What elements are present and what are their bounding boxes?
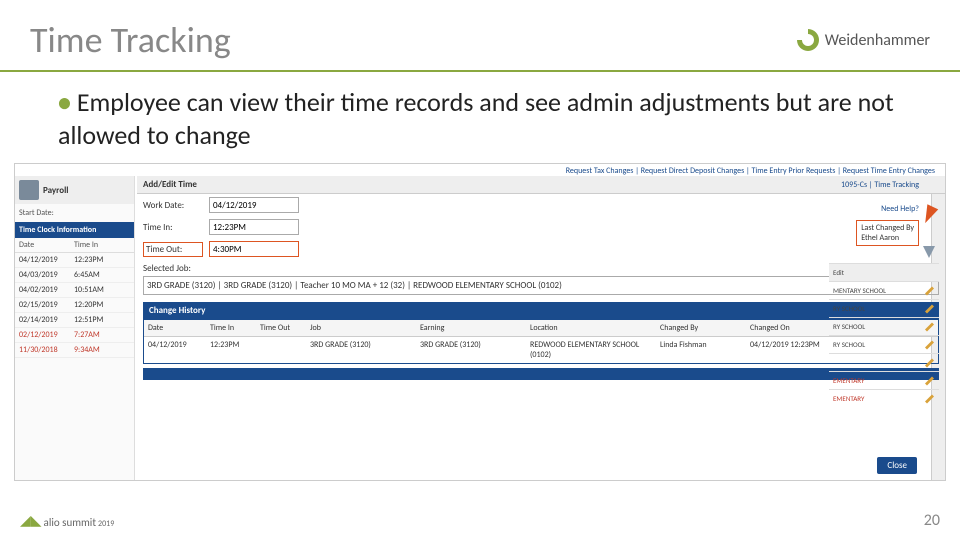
swirl-icon bbox=[797, 29, 819, 51]
time-clock-header: Time Clock Information bbox=[15, 222, 134, 238]
payroll-header: Payroll bbox=[15, 176, 134, 204]
ch-earning: 3RD GRADE (3120) bbox=[416, 337, 526, 363]
change-history-row: 04/12/2019 12:23PM 3RD GRADE (3120) 3RD … bbox=[144, 337, 938, 363]
tci-row[interactable]: 04/02/201910:51AM bbox=[15, 283, 134, 298]
ch-col-timeout: Time Out bbox=[256, 320, 306, 336]
ch-col-date: Date bbox=[144, 320, 206, 336]
time-out-label: Time Out: bbox=[143, 242, 203, 257]
edit-row[interactable]: EMENTARY bbox=[829, 371, 939, 389]
app-screenshot: Request Tax Changes | Request Direct Dep… bbox=[14, 163, 946, 481]
last-changed-value: Ethel Aaron bbox=[861, 233, 914, 243]
work-date-input[interactable] bbox=[209, 197, 299, 213]
edit-row[interactable]: MENTARY SCHOOL bbox=[829, 281, 939, 299]
pencil-icon[interactable] bbox=[925, 286, 935, 296]
brand-logo: Weidenhammer bbox=[797, 29, 930, 51]
tci-row[interactable]: 11/30/20189:34AM bbox=[15, 343, 134, 358]
separator-bar bbox=[143, 368, 939, 380]
top-nav-links[interactable]: Request Tax Changes | Request Direct Dep… bbox=[566, 166, 935, 176]
slide-title: Time Tracking bbox=[30, 18, 231, 62]
selected-job-label: Selected Job: bbox=[143, 263, 939, 274]
edit-row[interactable]: RY SCHOOL bbox=[829, 317, 939, 335]
extra-links[interactable]: 1095-Cs | Time Tracking bbox=[841, 180, 919, 190]
ch-col-earning: Earning bbox=[416, 320, 526, 336]
last-changed-box: Last Changed By Ethel Aaron bbox=[856, 220, 919, 246]
right-edit-column: Edit MENTARY SCHOOLRY SCHOOLRY SCHOOLRY … bbox=[829, 244, 939, 407]
time-in-label: Time In: bbox=[143, 222, 203, 233]
brand-text: Weidenhammer bbox=[825, 31, 930, 50]
edit-row[interactable]: RY SCHOOL bbox=[829, 299, 939, 317]
edit-row[interactable] bbox=[829, 353, 939, 371]
ch-col-location: Location bbox=[526, 320, 656, 336]
change-history-table: Date Time In Time Out Job Earning Locati… bbox=[143, 319, 939, 364]
ch-col-job: Job bbox=[306, 320, 416, 336]
need-help-link[interactable]: Need Help? bbox=[881, 204, 919, 214]
payroll-icon bbox=[19, 180, 39, 200]
footer-logo-text: alio summit bbox=[44, 516, 96, 529]
page-number: 20 bbox=[924, 511, 940, 530]
filter-icon[interactable] bbox=[829, 244, 939, 263]
col-date: Date bbox=[19, 240, 74, 250]
ch-timein: 12:23PM bbox=[206, 337, 256, 363]
ch-job: 3RD GRADE (3120) bbox=[306, 337, 416, 363]
payroll-label: Payroll bbox=[43, 185, 69, 196]
right-panel: Add/Edit Time 1095-Cs | Time Tracking Ne… bbox=[137, 176, 945, 480]
footer-year: 2019 bbox=[98, 519, 114, 529]
ch-location: REDWOOD ELEMENTARY SCHOOL (0102) bbox=[526, 337, 656, 363]
tci-row[interactable]: 02/14/201912:51PM bbox=[15, 313, 134, 328]
ch-date: 04/12/2019 bbox=[144, 337, 206, 363]
ch-changedby: Linda Fishman bbox=[656, 337, 746, 363]
change-history-header: Change History bbox=[143, 302, 939, 319]
selected-job-value[interactable]: 3RD GRADE (3120) | 3RD GRADE (3120) | Te… bbox=[143, 276, 939, 295]
ch-col-changedby: Changed By bbox=[656, 320, 746, 336]
tci-row[interactable]: 02/12/20197:27AM bbox=[15, 328, 134, 343]
time-out-input[interactable] bbox=[209, 241, 299, 257]
edit-row[interactable]: EMENTARY bbox=[829, 389, 939, 407]
ch-col-timein: Time In bbox=[206, 320, 256, 336]
pencil-icon[interactable] bbox=[925, 376, 935, 386]
footer-logo: ◢◣ alio summit 2019 bbox=[20, 512, 114, 529]
start-date-label: Start Date: bbox=[15, 204, 134, 222]
bullet-point: Employee can view their time records and… bbox=[0, 72, 960, 159]
slide-footer: ◢◣ alio summit 2019 20 bbox=[0, 500, 960, 540]
tci-row[interactable]: 04/12/201912:23PM bbox=[15, 253, 134, 268]
time-in-input[interactable] bbox=[209, 219, 299, 235]
work-date-label: Work Date: bbox=[143, 200, 203, 211]
tci-row[interactable]: 02/15/201912:20PM bbox=[15, 298, 134, 313]
tci-columns: Date Time In bbox=[15, 238, 134, 253]
pencil-icon[interactable] bbox=[925, 394, 935, 404]
close-button[interactable]: Close bbox=[877, 457, 917, 474]
pencil-icon[interactable] bbox=[925, 322, 935, 332]
pencil-icon[interactable] bbox=[925, 304, 935, 314]
last-changed-label: Last Changed By bbox=[861, 223, 914, 233]
tci-row[interactable]: 04/03/20196:45AM bbox=[15, 268, 134, 283]
addedit-header: Add/Edit Time bbox=[137, 176, 945, 194]
mountain-icon: ◢◣ bbox=[20, 512, 42, 529]
pencil-icon[interactable] bbox=[925, 340, 935, 350]
col-timein: Time In bbox=[74, 240, 98, 250]
left-panel: Payroll Start Date: Time Clock Informati… bbox=[15, 176, 135, 480]
ch-timeout bbox=[256, 337, 306, 363]
edit-row[interactable]: RY SCHOOL bbox=[829, 335, 939, 353]
edit-header: Edit bbox=[833, 268, 844, 277]
pencil-icon[interactable] bbox=[925, 358, 935, 368]
